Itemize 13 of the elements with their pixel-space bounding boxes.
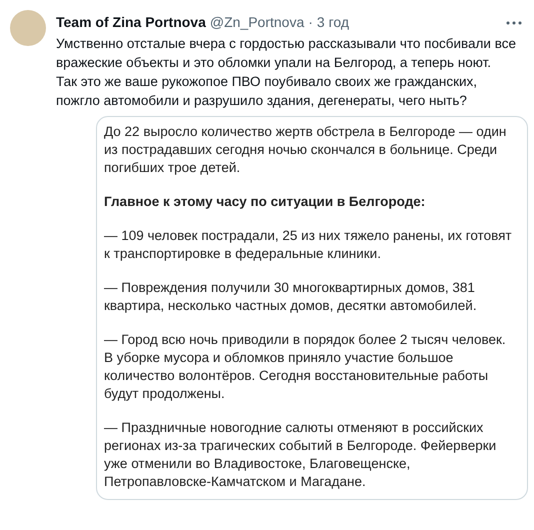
paragraph-text: — Город всю ночь приводили в порядок более 2 тысяч человек. В уборке мусора и обломков приняло участие большое количество волонтёров. Сегодня восстановительные работы будут продолжены. <box>104 331 507 403</box>
paragraph-text: До 22 выросло количество жертв обстрела в Белгороде — один из пострадавших сегодня ночью скончался в больнице. Среди погибших трое детей. <box>104 123 508 177</box>
author-name[interactable]: Team of Zina Portnova <box>56 12 206 33</box>
attached-screenshot[interactable] <box>96 116 528 500</box>
heading-text: Главное к этому часу по ситуации в Белгороде: <box>104 193 426 211</box>
more-icon[interactable] <box>506 20 522 24</box>
author-handle[interactable]: @Zn_Portnova <box>210 12 304 33</box>
tweet-text: Умственно отсталые вчера с гордостью рассказывали что посбивали все вражеские объекты и это обломки упали на Белгород, а теперь ноют. Так это же ваше рукожопое ПВО поубивало своих же гражданских, пожгло автомобили и разрушило здания, дегенераты, чего ныть? <box>56 35 517 110</box>
separator-dot: · <box>308 13 313 32</box>
post-time[interactable]: 3 год <box>316 12 350 33</box>
paragraph-text: — Праздничные новогодние салюты отменяют в российских регионах из-за трагических событий в Белгороде. Фейерверки уже отменили во Владивостоке, Благовещенске, Петропавловске-Камчатском и Магадане. <box>104 419 498 491</box>
paragraph-text: — Повреждения получили 30 многоквартирных домов, 381 квартира, несколько частных домов, десятки автомобилей. <box>104 279 478 315</box>
paragraph-text: — 109 человек пострадали, 25 из них тяжело ранены, их готовят к транспортировке в федеральные клиники. <box>104 227 513 263</box>
